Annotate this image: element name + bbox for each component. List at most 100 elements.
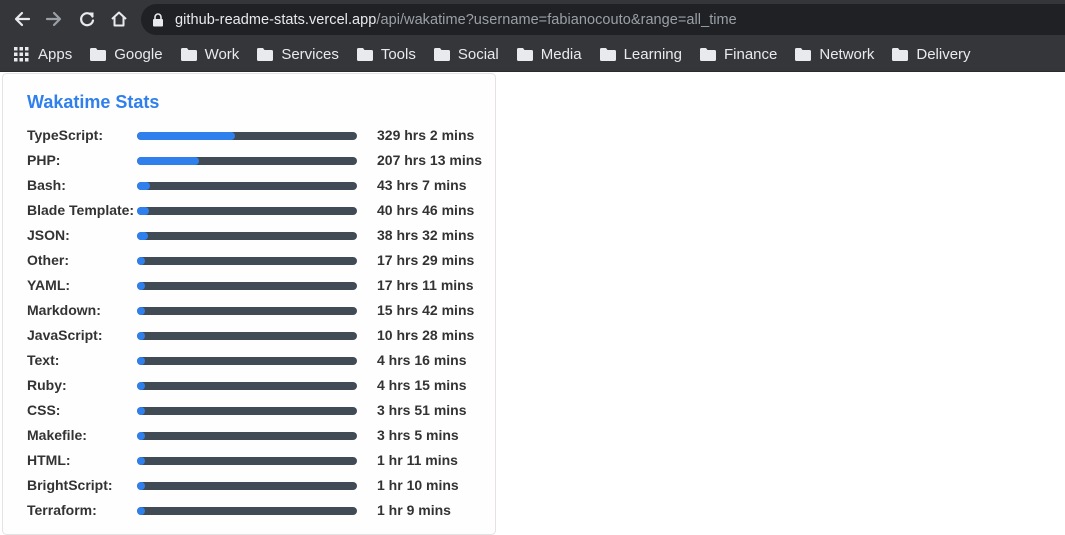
language-name: JSON: [27, 227, 70, 243]
language-time: 1 hr 10 mins [377, 477, 459, 493]
progress-fill [137, 307, 145, 315]
language-time: 329 hrs 2 mins [377, 127, 475, 143]
progress-fill [137, 257, 145, 265]
language-row: Markdown: 15 hrs 42 mins [3, 300, 495, 320]
bookmark-label: Media [540, 46, 582, 63]
folder-icon [180, 48, 197, 62]
language-row: CSS: 3 hrs 51 mins [3, 400, 495, 420]
home-button[interactable] [106, 6, 132, 32]
url-text[interactable]: github-readme-stats.vercel.app/api/wakat… [175, 12, 737, 28]
progress-track [137, 182, 357, 190]
progress-track [137, 507, 357, 515]
language-name: YAML: [27, 277, 71, 293]
language-name: Blade Template: [27, 202, 135, 218]
folder-icon [90, 48, 107, 62]
bookmark-social[interactable]: Social [426, 42, 507, 68]
bookmark-apps[interactable]: Apps [0, 42, 80, 68]
language-row: JSON: 38 hrs 32 mins [3, 225, 495, 245]
browser-toolbar: github-readme-stats.vercel.app/api/wakat… [0, 0, 1065, 38]
progress-fill [137, 132, 236, 140]
language-name: Makefile: [27, 427, 87, 443]
bookmark-media[interactable]: Media [509, 42, 590, 68]
address-bar[interactable]: github-readme-stats.vercel.app/api/wakat… [141, 4, 1065, 35]
progress-fill [137, 407, 145, 415]
language-row: Terraform: 1 hr 9 mins [3, 500, 495, 520]
language-row: TypeScript: 329 hrs 2 mins [3, 125, 495, 145]
progress-fill [137, 457, 145, 465]
bookmark-label: Social [457, 46, 499, 63]
language-name: TypeScript: [27, 127, 103, 143]
progress-fill [137, 182, 150, 190]
bookmark-network[interactable]: Network [787, 42, 882, 68]
language-time: 43 hrs 7 mins [377, 177, 467, 193]
language-time: 4 hrs 15 mins [377, 377, 467, 393]
bookmark-label: Work [204, 46, 240, 63]
language-row: Makefile: 3 hrs 5 mins [3, 425, 495, 445]
language-time: 207 hrs 13 mins [377, 152, 483, 168]
progress-track [137, 482, 357, 490]
language-name: PHP: [27, 152, 61, 168]
bookmark-label: Google [114, 46, 163, 63]
url-host: github-readme-stats.vercel.app [175, 11, 377, 28]
progress-track [137, 332, 357, 340]
language-time: 17 hrs 11 mins [377, 277, 474, 293]
arrow-left-icon [14, 11, 31, 27]
folder-icon [257, 48, 274, 62]
language-time: 17 hrs 29 mins [377, 252, 475, 268]
language-time: 4 hrs 16 mins [377, 352, 467, 368]
language-row: PHP: 207 hrs 13 mins [3, 150, 495, 170]
bookmark-tools[interactable]: Tools [349, 42, 424, 68]
progress-fill [137, 232, 149, 240]
forward-button[interactable] [41, 6, 67, 32]
language-time: 10 hrs 28 mins [377, 327, 475, 343]
progress-track [137, 282, 357, 290]
language-name: BrightScript: [27, 477, 113, 493]
arrow-right-icon [45, 11, 62, 27]
lock-icon [152, 12, 166, 27]
language-row: Blade Template: 40 hrs 46 mins [3, 200, 495, 220]
back-button[interactable] [9, 6, 35, 32]
bookmark-label: Delivery [916, 46, 971, 63]
language-name: CSS: [27, 402, 61, 418]
language-name: JavaScript: [27, 327, 103, 343]
progress-track [137, 432, 357, 440]
progress-fill [137, 332, 145, 340]
progress-track [137, 407, 357, 415]
progress-track [137, 207, 357, 215]
bookmark-work[interactable]: Work [173, 42, 248, 68]
bookmark-label: Tools [380, 46, 416, 63]
folder-icon [892, 48, 909, 62]
language-name: Text: [27, 352, 60, 368]
progress-track [137, 157, 357, 165]
bookmark-label: Apps [38, 46, 73, 63]
progress-track [137, 132, 357, 140]
progress-fill [137, 357, 145, 365]
folder-icon [356, 48, 373, 62]
language-name: HTML: [27, 452, 71, 468]
bookmark-label: Services [281, 46, 339, 63]
bookmark-delivery[interactable]: Delivery [884, 42, 978, 68]
language-row: Ruby: 4 hrs 15 mins [3, 375, 495, 395]
progress-fill [137, 507, 145, 515]
progress-fill [137, 382, 145, 390]
bookmark-label: Finance [723, 46, 778, 63]
language-name: Ruby: [27, 377, 67, 393]
card-title: Wakatime Stats [27, 92, 160, 112]
language-time: 1 hr 11 mins [377, 452, 458, 468]
progress-track [137, 382, 357, 390]
language-time: 3 hrs 51 mins [377, 402, 467, 418]
progress-fill [137, 207, 150, 215]
language-row: Bash: 43 hrs 7 mins [3, 175, 495, 195]
bookmark-learning[interactable]: Learning [592, 42, 690, 68]
folder-icon [516, 48, 533, 62]
bookmark-finance[interactable]: Finance [692, 42, 785, 68]
progress-track [137, 357, 357, 365]
language-time: 38 hrs 32 mins [377, 227, 475, 243]
bookmark-services[interactable]: Services [249, 42, 347, 68]
language-row: Other: 17 hrs 29 mins [3, 250, 495, 270]
reload-button[interactable] [74, 6, 100, 32]
bookmark-label: Learning [623, 46, 682, 63]
language-name: Other: [27, 252, 69, 268]
language-row: YAML: 17 hrs 11 mins [3, 275, 495, 295]
bookmark-google[interactable]: Google [82, 42, 170, 68]
